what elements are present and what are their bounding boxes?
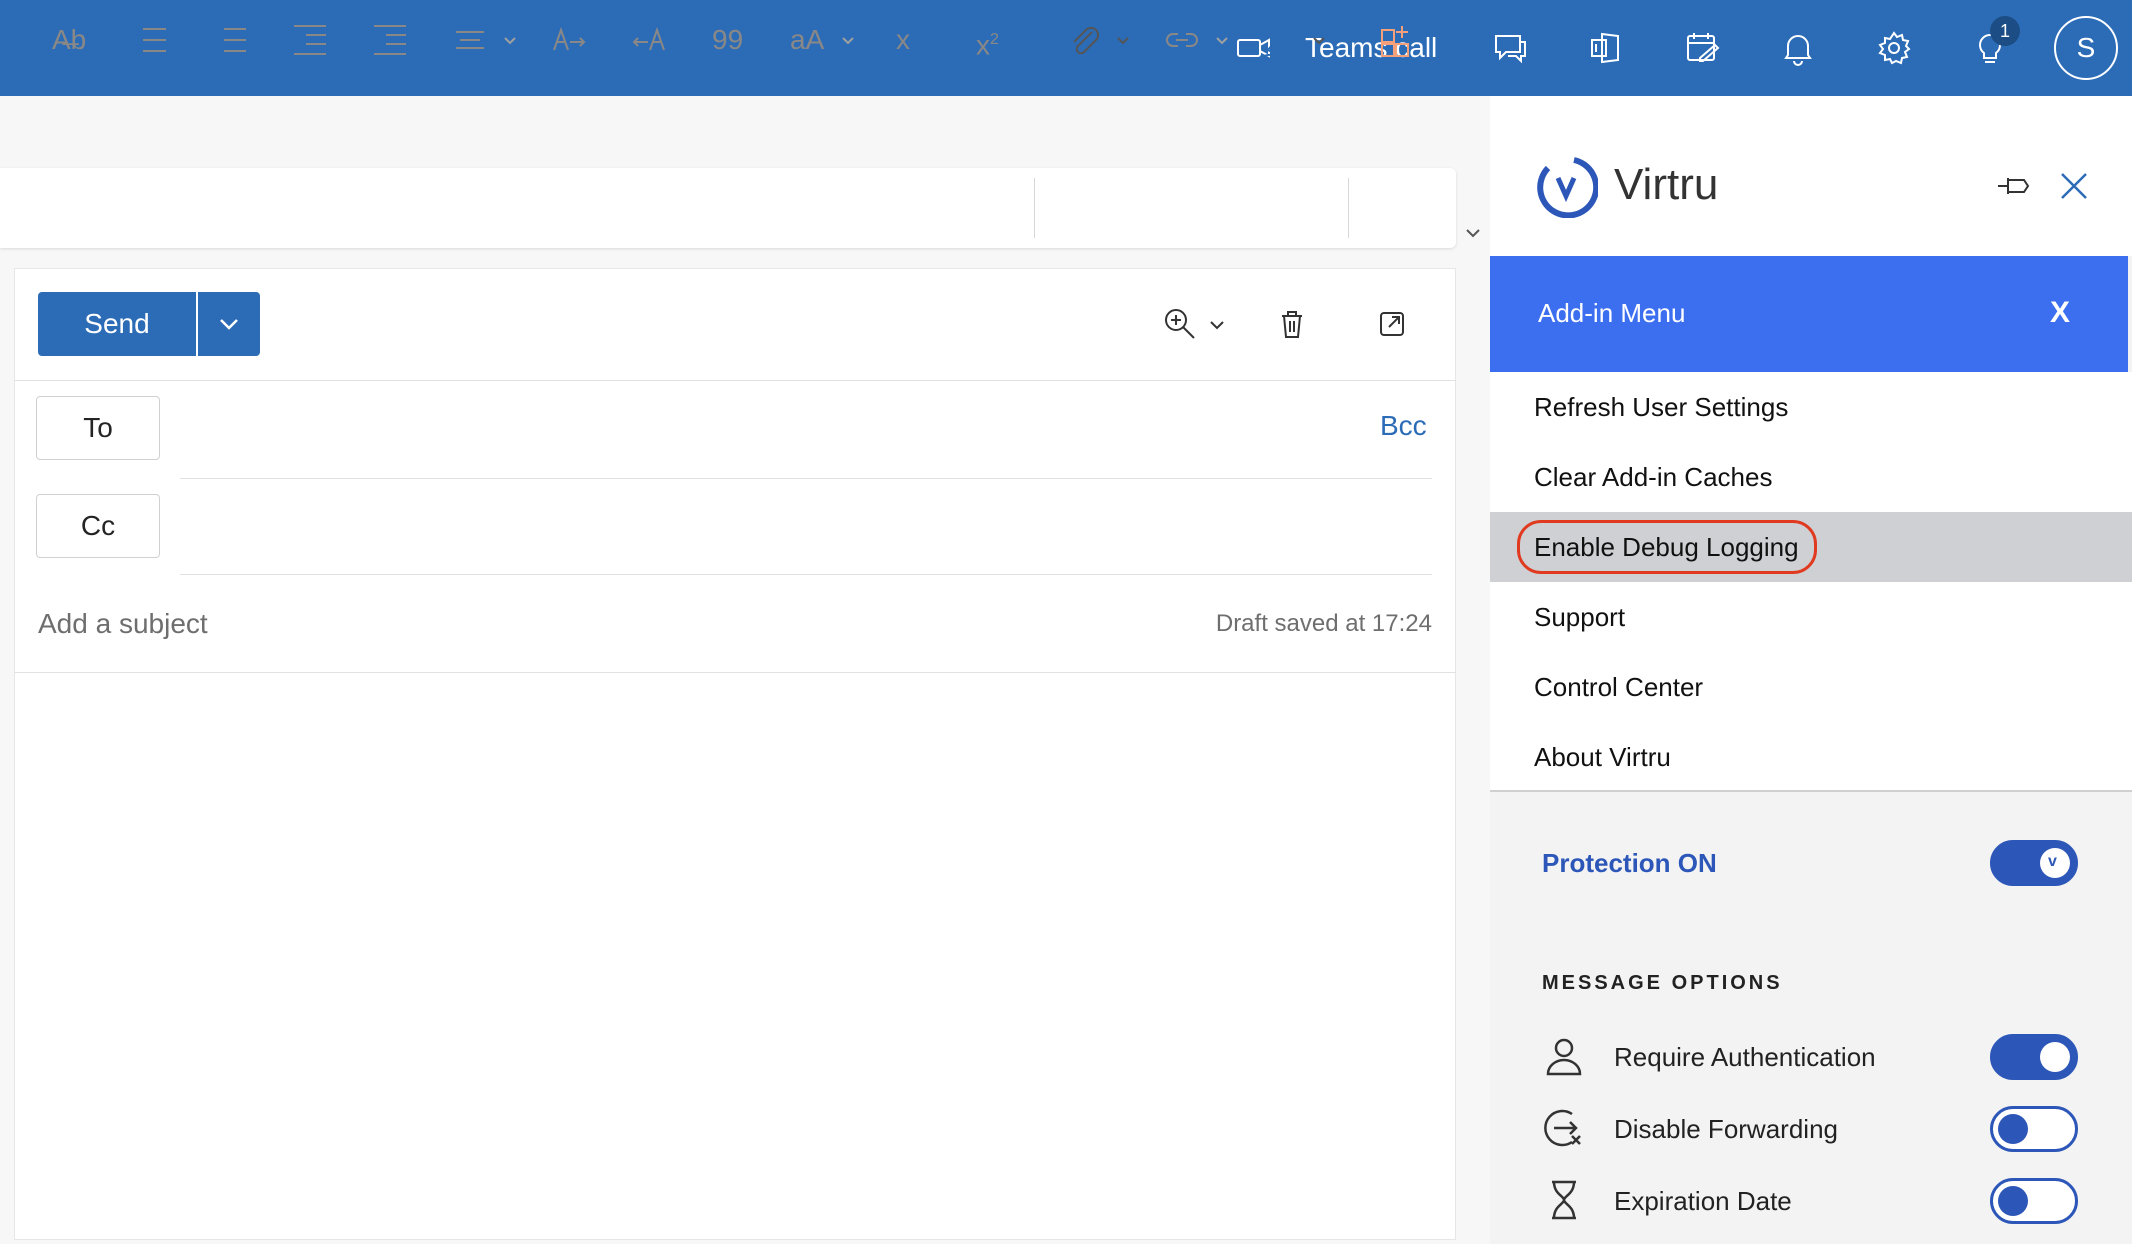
disable-forwarding-toggle[interactable] (1990, 1106, 2078, 1152)
pin-icon[interactable] (1994, 166, 2034, 206)
send-options-button[interactable] (198, 292, 260, 356)
add-in-menu-close-button[interactable]: X (2050, 296, 2070, 330)
divider (14, 672, 1456, 673)
link-icon[interactable] (1162, 20, 1202, 60)
font-size-button[interactable]: aA (790, 20, 824, 60)
person-icon (1542, 1034, 1586, 1078)
menu-item-refresh-user-settings[interactable]: Refresh User Settings (1490, 372, 2132, 442)
subscript-mark: 2 (910, 42, 919, 60)
avatar[interactable]: S (2054, 16, 2118, 80)
highlight-ring (1517, 520, 1817, 574)
send-button[interactable]: Send (38, 292, 196, 356)
bullets-icon[interactable] (130, 20, 170, 60)
to-field-underline (180, 478, 1432, 479)
subscript-button[interactable]: x2 (896, 20, 919, 60)
virtru-title: Virtru (1614, 160, 1719, 209)
gear-icon[interactable] (1874, 28, 1914, 68)
superscript-mark: 2 (990, 31, 999, 48)
chevron-down-icon[interactable] (838, 30, 858, 50)
toggle-knob: v (2040, 848, 2070, 878)
attach-icon[interactable] (1064, 20, 1104, 60)
expiration-date-toggle[interactable] (1990, 1178, 2078, 1224)
protection-toggle[interactable]: v (1990, 840, 2078, 886)
close-icon[interactable] (2054, 166, 2094, 206)
cc-button[interactable]: Cc (36, 494, 160, 558)
forward-blocked-icon (1542, 1106, 1586, 1150)
compose-pane (14, 268, 1456, 1240)
numbering-icon[interactable] (210, 20, 250, 60)
toggle-knob (1998, 1186, 2028, 1216)
virtru-v-icon: v (2048, 853, 2057, 870)
subscript-base: x (896, 24, 910, 55)
chevron-down-icon[interactable] (1309, 30, 1329, 50)
bcc-link[interactable]: Bcc (1380, 410, 1427, 442)
ltr-icon[interactable] (550, 20, 590, 60)
chevron-down-icon (220, 319, 238, 330)
hourglass-icon (1542, 1178, 1586, 1222)
chevron-down-icon[interactable] (500, 30, 520, 50)
increase-indent-icon[interactable] (370, 20, 410, 60)
office-icon[interactable] (1586, 28, 1626, 68)
menu-item-control-center[interactable]: Control Center (1490, 652, 2132, 722)
spelling-button[interactable]: A̶b (52, 20, 86, 60)
chevron-down-icon[interactable] (1113, 30, 1133, 50)
signature-icon[interactable] (1260, 20, 1300, 60)
chat-icon[interactable] (1490, 28, 1530, 68)
format-ribbon (0, 168, 1456, 248)
chevron-down-icon[interactable] (1212, 30, 1232, 50)
delete-icon[interactable] (1272, 304, 1312, 344)
pop-out-icon[interactable] (1372, 304, 1412, 344)
to-button[interactable]: To (36, 396, 160, 460)
menu-item-support[interactable]: Support (1490, 582, 2132, 652)
subject-input[interactable]: Add a subject (38, 608, 208, 640)
expiration-date-label: Expiration Date (1614, 1186, 1792, 1216)
superscript-base: x (976, 29, 990, 61)
notification-badge: 1 (1990, 16, 2020, 46)
bell-icon[interactable] (1778, 28, 1818, 68)
menu-item-clear-add-in-caches[interactable]: Clear Add-in Caches (1490, 442, 2132, 512)
disable-forwarding-label: Disable Forwarding (1614, 1114, 1838, 1144)
protection-label: Protection ON (1542, 848, 1717, 878)
menu-item-about-virtru[interactable]: About Virtru (1490, 722, 2132, 792)
superscript-button[interactable]: x2 (976, 20, 999, 60)
rtl-icon[interactable] (628, 20, 668, 60)
require-authentication-toggle[interactable] (1990, 1034, 2078, 1080)
apps-icon[interactable] (1378, 20, 1418, 60)
chevron-down-icon[interactable] (1462, 222, 1484, 244)
ribbon-divider (1034, 178, 1035, 238)
quote-button[interactable]: 99 (712, 20, 743, 60)
require-authentication-label: Require Authentication (1614, 1042, 1876, 1072)
zoom-in-icon[interactable] (1160, 304, 1200, 344)
align-icon[interactable] (450, 20, 490, 60)
divider (14, 380, 1456, 381)
virtru-logo-icon (1534, 154, 1600, 219)
ribbon-divider (1348, 178, 1349, 238)
message-options-title: MESSAGE OPTIONS (1542, 972, 1783, 994)
calendar-edit-icon[interactable] (1682, 28, 1722, 68)
toggle-knob (2040, 1042, 2070, 1072)
add-in-menu-title: Add-in Menu (1538, 298, 1686, 328)
cc-field-underline (180, 574, 1432, 575)
draft-status: Draft saved at 17:24 (1215, 610, 1432, 637)
decrease-indent-icon[interactable] (290, 20, 330, 60)
chevron-down-icon[interactable] (1206, 314, 1228, 336)
toggle-knob (1998, 1114, 2028, 1144)
